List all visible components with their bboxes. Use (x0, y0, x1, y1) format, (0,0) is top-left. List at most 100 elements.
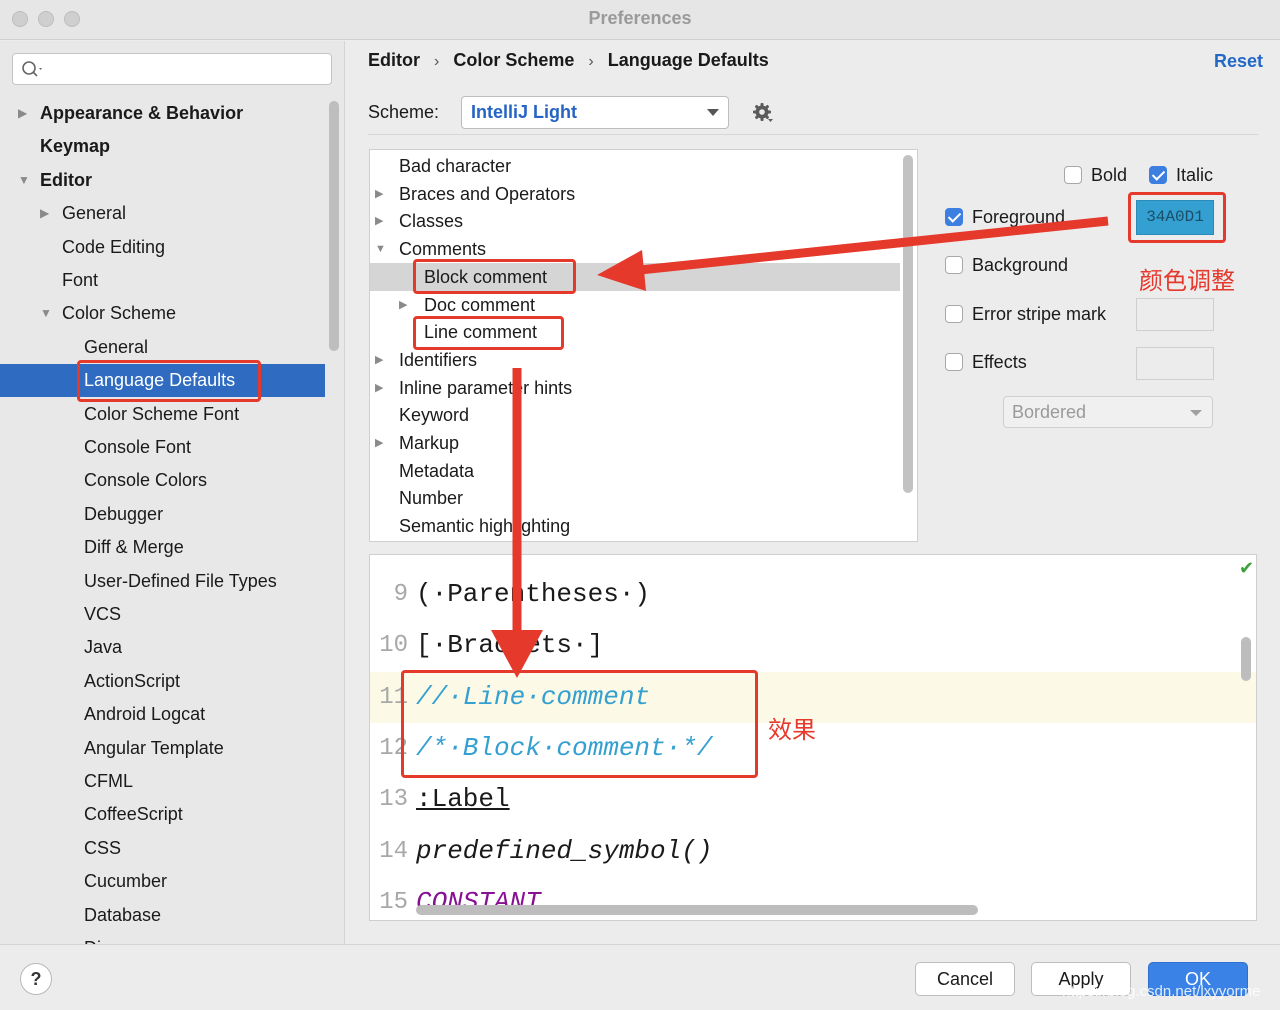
effects-checkbox[interactable] (945, 353, 963, 371)
attribute-item[interactable]: Metadata (370, 457, 900, 485)
effects-type-dropdown[interactable]: Bordered (1003, 396, 1213, 428)
attribute-item[interactable]: ▶ Braces and Operators (370, 180, 900, 208)
collapsed-arrow-icon[interactable]: ▶ (375, 429, 383, 457)
scheme-dropdown[interactable]: IntelliJ Light (461, 96, 729, 129)
sidebar-item[interactable]: CSS (0, 832, 325, 865)
sidebar-item-label: General (62, 203, 127, 224)
sidebar-item[interactable]: ▶ Appearance & Behavior (0, 97, 325, 130)
sidebar-item-label: General (84, 336, 149, 357)
preview-vertical-scrollbar[interactable] (1241, 637, 1251, 681)
attribute-item[interactable]: Bad character (370, 152, 900, 180)
attribute-item[interactable]: ▶ Inline parameter hints (370, 374, 900, 402)
attribute-item[interactable]: Number (370, 484, 900, 512)
collapsed-arrow-icon[interactable]: ▶ (375, 346, 383, 374)
collapsed-arrow-icon[interactable]: ▶ (375, 374, 383, 402)
help-button[interactable]: ? (20, 963, 52, 995)
expanded-arrow-icon[interactable]: ▼ (375, 235, 386, 263)
sidebar-item[interactable]: Diff & Merge (0, 531, 325, 564)
check-icon: ✔ (1239, 558, 1255, 579)
sidebar-item[interactable]: Android Logcat (0, 698, 325, 731)
attribute-item-label: Bad character (399, 156, 512, 176)
attribute-item[interactable]: ▶ Classes (370, 207, 900, 235)
attribute-item[interactable]: ▶ Identifiers (370, 346, 900, 374)
preview-horizontal-scrollbar[interactable] (416, 905, 978, 915)
collapsed-arrow-icon[interactable]: ▶ (18, 97, 27, 130)
error-stripe-label: Error stripe mark (972, 304, 1107, 324)
sidebar-item[interactable]: CFML (0, 765, 325, 798)
code-line: 12 /*·Block·comment·*/ (370, 723, 1256, 774)
foreground-color-swatch[interactable]: 34A0D1 (1136, 200, 1214, 235)
italic-checkbox[interactable] (1149, 166, 1167, 184)
reset-link[interactable]: Reset (1214, 51, 1263, 72)
attribute-item-label: Identifiers (399, 349, 478, 370)
sidebar-item[interactable]: Java (0, 631, 325, 664)
sidebar-item[interactable]: Database (0, 899, 325, 932)
sidebar-item[interactable]: Language Defaults (0, 364, 325, 398)
expanded-arrow-icon[interactable]: ▼ (18, 164, 30, 197)
sidebar-item[interactable]: ▼ Editor (0, 164, 325, 197)
sidebar-item[interactable]: ▶ General (0, 197, 325, 230)
sidebar-item[interactable]: Console Font (0, 431, 325, 464)
background-checkbox[interactable] (945, 256, 963, 274)
sidebar-item[interactable]: Keymap (0, 130, 325, 163)
code-line: 13:Label (370, 774, 1256, 825)
collapsed-arrow-icon[interactable]: ▶ (40, 197, 49, 230)
sidebar-scrollbar[interactable] (329, 101, 339, 351)
cancel-button[interactable]: Cancel (915, 962, 1015, 996)
attribute-item-label: Metadata (399, 460, 475, 481)
divider (368, 134, 1258, 135)
sidebar-item[interactable]: Console Colors (0, 464, 325, 497)
sidebar-item-label: VCS (84, 604, 122, 624)
sidebar-item[interactable]: Debugger (0, 498, 325, 531)
attribute-item[interactable]: Block comment (370, 262, 900, 291)
sidebar-item[interactable]: Cucumber (0, 865, 325, 898)
attribute-item-label: Classes (399, 211, 464, 232)
line-number: 11 (379, 683, 408, 711)
collapsed-arrow-icon[interactable]: ▶ (375, 180, 383, 208)
sidebar-item-label: Language Defaults (84, 370, 236, 391)
attribute-item[interactable]: ▼ Comments (370, 235, 900, 263)
sidebar-item[interactable]: ActionScript (0, 665, 325, 698)
bold-checkbox[interactable] (1064, 166, 1082, 184)
sidebar-item[interactable]: Code Editing (0, 231, 325, 264)
expanded-arrow-icon[interactable]: ▼ (40, 297, 52, 330)
search-input[interactable] (51, 58, 321, 80)
line-number: 14 (379, 837, 408, 865)
attribute-item[interactable]: Keyword (370, 401, 900, 429)
sidebar-item[interactable]: General (0, 331, 325, 364)
collapsed-arrow-icon[interactable]: ▶ (375, 207, 383, 235)
attribute-item[interactable]: ▶ Markup (370, 429, 900, 457)
attribute-item[interactable]: Line comment (370, 318, 900, 346)
sidebar-item[interactable]: CoffeeScript (0, 798, 325, 831)
code-line: 14 predefined_symbol() (370, 826, 1256, 877)
collapsed-arrow-icon[interactable]: ▶ (399, 291, 407, 319)
sidebar-item[interactable]: Color Scheme Font (0, 398, 325, 431)
attribute-item[interactable]: Semantic highlighting (370, 512, 900, 540)
sidebar-item-label: Appearance & Behavior (40, 103, 244, 123)
sidebar-item-label: Console Font (84, 437, 192, 457)
sidebar-item[interactable]: User-Defined File Types (0, 565, 325, 598)
sidebar-item[interactable]: Diagrams (0, 932, 325, 944)
foreground-checkbox[interactable] (945, 208, 963, 226)
sidebar-item-label: Android Logcat (84, 704, 206, 725)
italic-label: Italic (1176, 165, 1214, 185)
gear-icon[interactable] (752, 102, 774, 124)
watermark-text: https://blog.csdn.net/lxyyorme (1062, 983, 1261, 1000)
sidebar-item[interactable]: VCS (0, 598, 325, 631)
attribute-item-label: Markup (399, 433, 460, 453)
attribute-item[interactable]: ▶ Doc comment (370, 291, 900, 319)
sidebar-item-label: Cucumber (84, 871, 168, 892)
code-text: //·Line·comment (416, 681, 651, 712)
search-box[interactable] (12, 53, 332, 85)
code-preview[interactable]: 9 (·Parentheses·) 10 [·Brackets·] 11 //·Line·… (369, 554, 1257, 921)
error-stripe-color-swatch[interactable] (1136, 298, 1214, 331)
attributes-scrollbar[interactable] (903, 155, 913, 493)
code-line: 10 [·Brackets·] (370, 620, 1256, 671)
effects-color-swatch[interactable] (1136, 347, 1214, 380)
sidebar-item[interactable]: Font (0, 264, 325, 297)
sidebar-item-label: Code Editing (62, 236, 166, 257)
error-stripe-checkbox[interactable] (945, 305, 963, 323)
sidebar-item[interactable]: ▼ Color Scheme (0, 297, 325, 330)
sidebar-item[interactable]: Angular Template (0, 732, 325, 765)
sidebar-item-label: Database (84, 904, 162, 925)
